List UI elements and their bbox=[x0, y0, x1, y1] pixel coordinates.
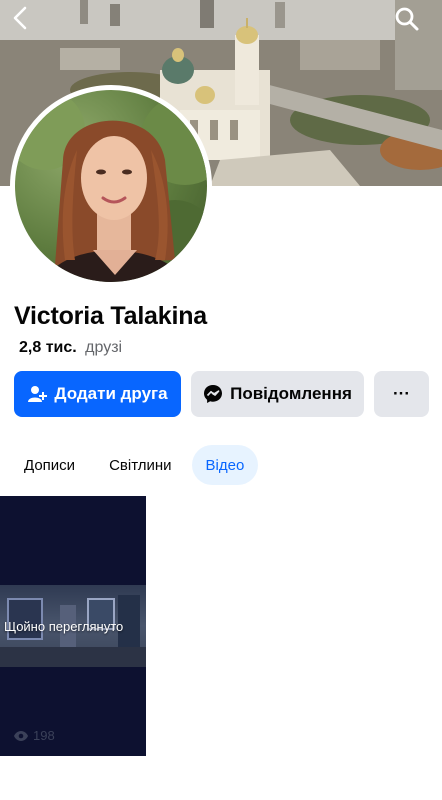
more-options-button[interactable]: ··· bbox=[374, 371, 429, 417]
message-button[interactable]: Повідомлення bbox=[191, 371, 364, 417]
video-card[interactable]: Щойно переглянуто 198 bbox=[0, 496, 146, 756]
add-person-icon bbox=[27, 384, 48, 404]
tab-posts[interactable]: Дописи bbox=[10, 445, 89, 485]
avatar-photo bbox=[15, 90, 207, 282]
more-options-label: ··· bbox=[393, 384, 410, 403]
add-friend-label: Додати друга bbox=[54, 384, 168, 403]
eye-icon bbox=[14, 730, 28, 741]
recently-watched-label: Щойно переглянуто bbox=[4, 619, 124, 634]
chevron-left-icon bbox=[13, 6, 27, 30]
back-button[interactable] bbox=[12, 6, 42, 36]
profile-actions: Додати друга Повідомлення ··· bbox=[14, 371, 429, 417]
tab-videos[interactable]: Відео bbox=[191, 445, 259, 485]
profile-avatar[interactable] bbox=[10, 85, 212, 287]
search-button[interactable] bbox=[394, 6, 424, 36]
tab-photos[interactable]: Світлини bbox=[95, 445, 185, 485]
video-views-count: 198 bbox=[33, 728, 55, 743]
friends-count: 2,8 тис. bbox=[19, 339, 77, 356]
video-views: 198 bbox=[14, 728, 55, 743]
add-friend-button[interactable]: Додати друга bbox=[14, 371, 181, 417]
friends-count-line[interactable]: 2,8 тис. друзі bbox=[19, 339, 122, 357]
profile-tabs: Дописи Світлини Відео bbox=[10, 445, 259, 485]
message-label: Повідомлення bbox=[230, 384, 352, 403]
search-icon bbox=[395, 7, 419, 31]
profile-name: Victoria Talakina bbox=[14, 302, 207, 330]
friends-label: друзі bbox=[85, 339, 123, 356]
messenger-icon bbox=[203, 384, 223, 404]
avatar-portrait bbox=[15, 90, 207, 282]
